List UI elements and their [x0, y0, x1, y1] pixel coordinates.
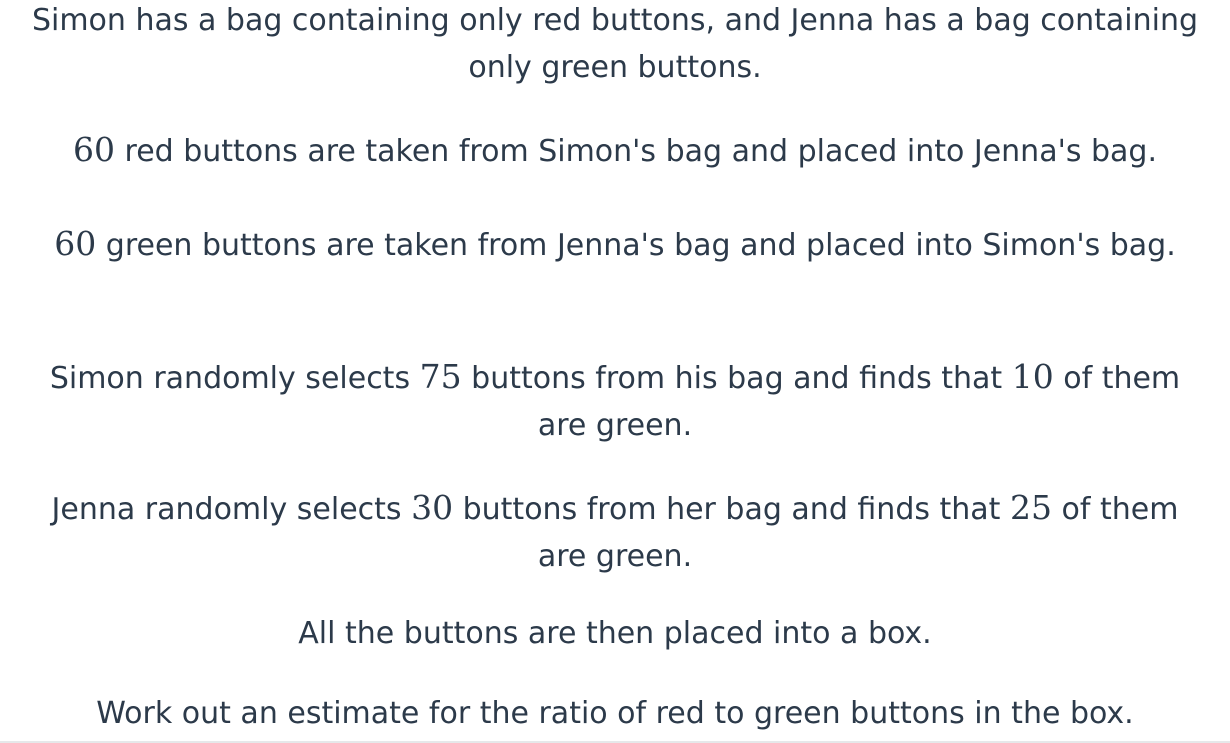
simon-green-number: 10 — [1011, 357, 1054, 396]
jenna-green-number: 25 — [1009, 488, 1052, 527]
move-red-number: 60 — [72, 130, 115, 169]
move-red-sentence: red buttons are taken from Simon's bag a… — [114, 134, 1158, 169]
jenna-sample-part-a: Jenna randomly selects — [51, 492, 412, 527]
jenna-sample-part-b: buttons from her bag and finds that — [453, 492, 1010, 527]
move-green-sentence: green buttons are taken from Jenna's bag… — [96, 228, 1176, 263]
task-text: Work out an estimate for the ratio of re… — [96, 696, 1134, 731]
simon-sample-text: Simon randomly selects 75 buttons from h… — [30, 354, 1200, 449]
intro-text: Simon has a bag containing only red butt… — [31, 3, 1199, 85]
question-page: Simon has a bag containing only red butt… — [0, 0, 1230, 743]
jenna-sample-text: Jenna randomly selects 30 buttons from h… — [30, 485, 1200, 580]
jenna-selected-number: 30 — [411, 488, 454, 527]
move-red-text: 60 red buttons are taken from Simon's ba… — [30, 127, 1200, 176]
move-green-text: 60 green buttons are taken from Jenna's … — [30, 221, 1200, 270]
combine-text: All the buttons are then placed into a b… — [298, 616, 932, 651]
simon-sample-part-b: buttons from his bag and finds that — [461, 361, 1012, 396]
simon-selected-number: 75 — [419, 357, 462, 396]
move-green-number: 60 — [54, 224, 97, 263]
simon-sample-part-a: Simon randomly selects — [49, 361, 420, 396]
